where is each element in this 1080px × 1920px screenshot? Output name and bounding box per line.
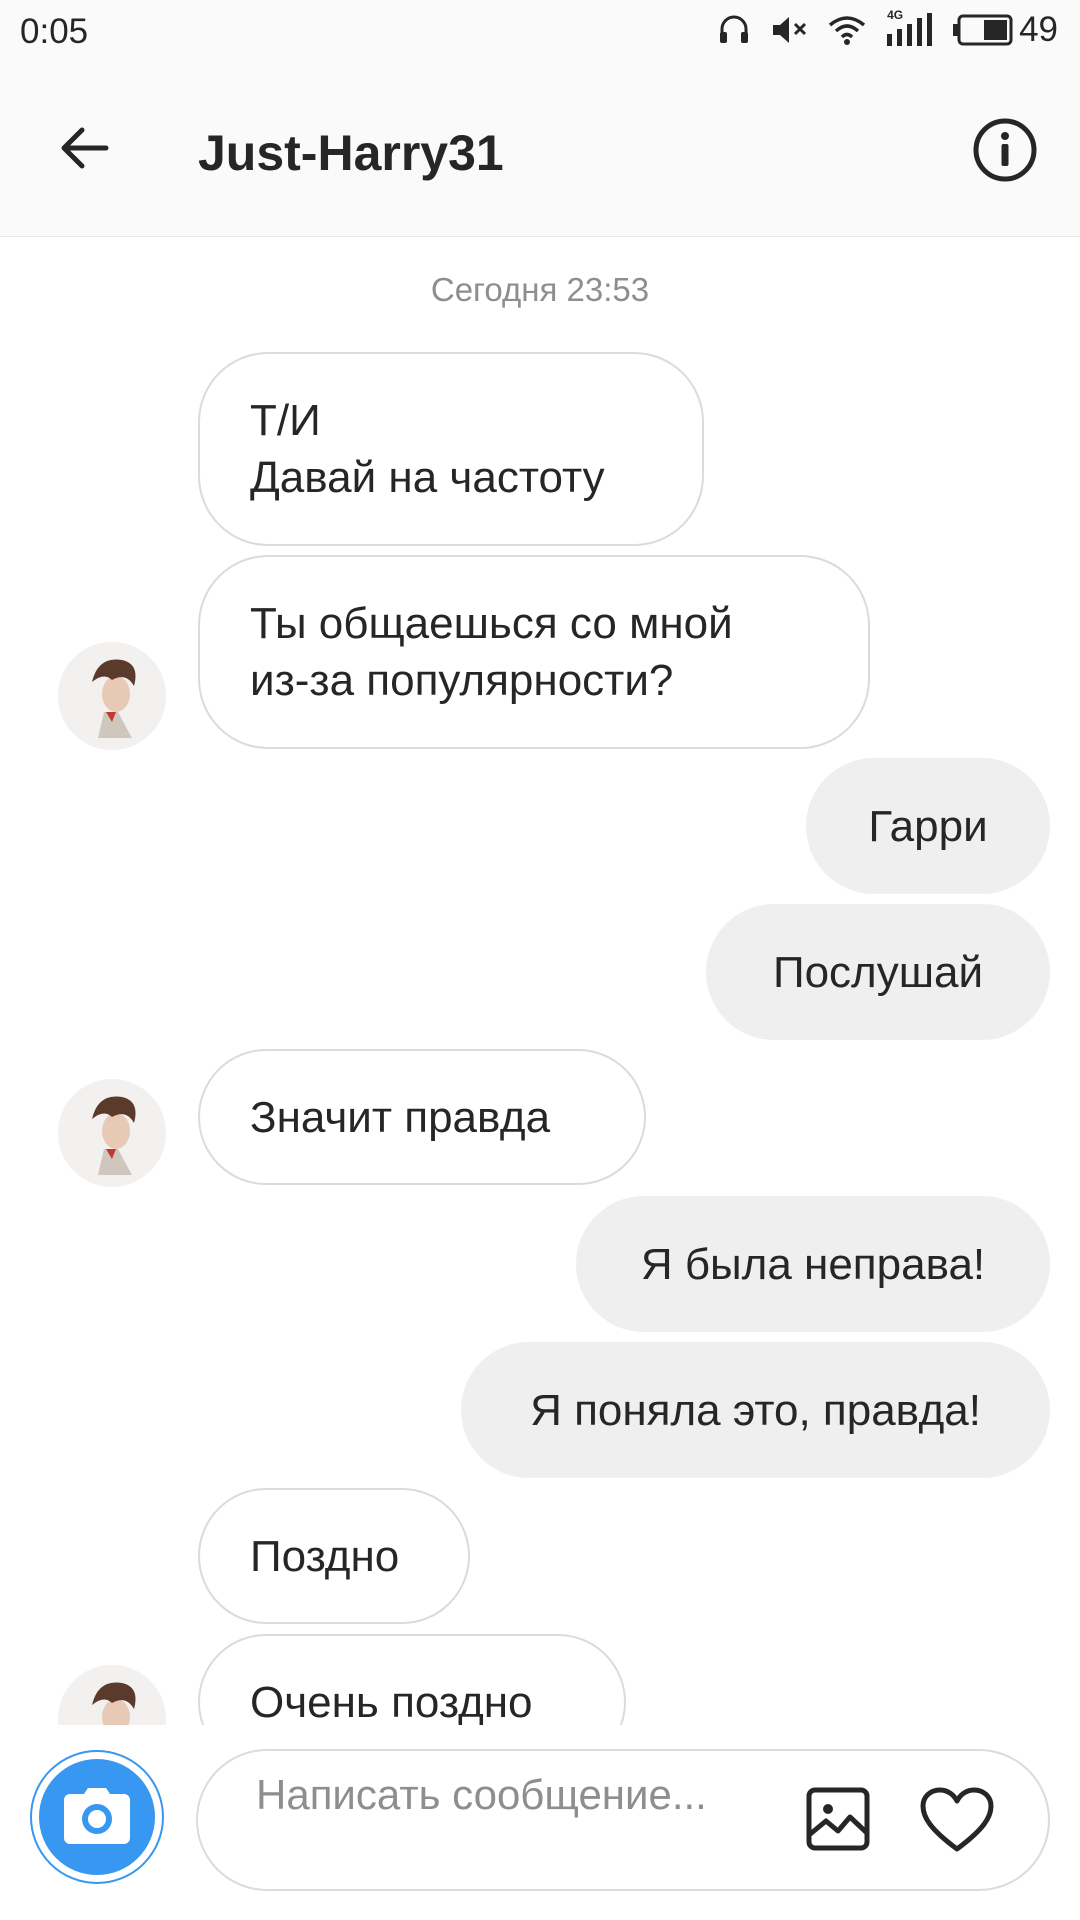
message-bubble-outgoing[interactable]: Я была неправа! xyxy=(576,1196,1050,1332)
message-text: Очень поздно xyxy=(250,1677,533,1726)
image-icon[interactable] xyxy=(806,1787,870,1851)
message-text: Значит правда xyxy=(250,1092,551,1142)
avatar[interactable] xyxy=(58,1079,166,1187)
message-bubble-incoming[interactable]: Т/И Давай на частоту xyxy=(198,352,704,546)
chat-header: Just-Harry31 xyxy=(0,66,1080,237)
message-text: Ты общаешься со мной из-за популярности? xyxy=(250,599,733,705)
camera-button[interactable] xyxy=(30,1750,164,1884)
message-text: Я поняла это, правда! xyxy=(530,1385,981,1435)
arrow-left-icon[interactable] xyxy=(54,118,114,178)
headphones-icon xyxy=(720,15,749,43)
message-input-box[interactable] xyxy=(196,1749,1050,1891)
thread-timestamp: Сегодня 23:53 xyxy=(430,271,650,308)
message-thread[interactable]: Сегодня 23:53 Т/И Давай на частоту Ты об… xyxy=(0,237,1080,1725)
heart-icon[interactable] xyxy=(920,1787,994,1853)
wifi-icon xyxy=(828,16,866,45)
message-text: Гарри xyxy=(868,801,988,851)
message-text: Послушай xyxy=(772,947,984,997)
status-icons: 4G 49 xyxy=(717,8,1058,50)
avatar[interactable] xyxy=(58,642,166,750)
conversation-title[interactable]: Just-Harry31 xyxy=(198,124,504,182)
cellular-signal-icon: 4G xyxy=(885,8,933,48)
message-bubble-outgoing[interactable]: Послушай xyxy=(706,904,1050,1040)
message-bubble-incoming[interactable]: Ты общаешься со мной из-за популярности? xyxy=(198,555,870,749)
message-input[interactable] xyxy=(256,1769,716,1873)
message-bubble-outgoing[interactable]: Я поняла это, правда! xyxy=(461,1342,1050,1478)
camera-icon xyxy=(39,1759,155,1875)
mute-icon xyxy=(773,17,807,43)
message-bubble-incoming[interactable]: Очень поздно xyxy=(198,1634,626,1725)
message-text: Поздно xyxy=(250,1531,400,1581)
message-text: Я была неправа! xyxy=(640,1239,986,1289)
message-composer xyxy=(0,1725,1080,1920)
info-icon[interactable] xyxy=(972,117,1038,183)
status-time: 0:05 xyxy=(20,12,89,51)
avatar[interactable] xyxy=(58,1665,166,1725)
message-text: Т/И Давай на частоту xyxy=(250,396,605,502)
message-bubble-incoming[interactable]: Значит правда xyxy=(198,1049,646,1185)
status-bar: 0:05 4G 49 xyxy=(0,0,1080,66)
message-bubble-incoming[interactable]: Поздно xyxy=(198,1488,470,1624)
message-bubble-outgoing[interactable]: Гарри xyxy=(806,758,1050,894)
battery-level: 49 xyxy=(1019,10,1058,49)
battery-icon xyxy=(953,14,1013,46)
